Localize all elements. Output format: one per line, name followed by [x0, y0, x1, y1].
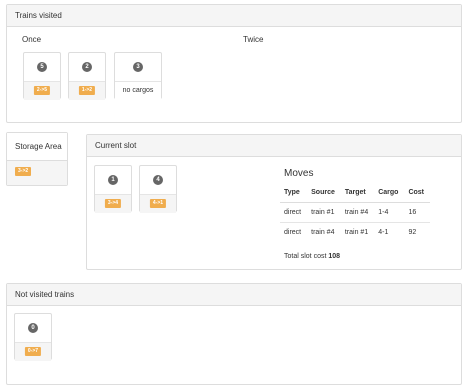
moves-header-row: Type Source Target Cargo Cost — [280, 183, 431, 203]
train-card-2[interactable]: 2 1->2 — [68, 52, 106, 100]
col-type: Type — [280, 183, 308, 203]
col-source: Source — [307, 183, 341, 203]
storage-area-heading: Storage Area — [7, 133, 67, 161]
cell-source: train #1 — [307, 202, 341, 223]
cargo-badge: 0->7 — [24, 347, 42, 356]
train-card-4[interactable]: 4 4->1 — [139, 165, 177, 213]
train-number: 3 — [133, 62, 143, 72]
total-cost-label: Total slot cost — [284, 253, 327, 260]
total-slot-cost: Total slot cost 108 — [284, 253, 340, 260]
trains-visited-heading: Trains visited — [7, 5, 461, 27]
cargo-badge: 3->4 — [104, 199, 122, 208]
once-label: Once — [22, 35, 42, 44]
storage-cargo-badge: 3->2 — [15, 167, 32, 176]
not-visited-heading: Not visited trains — [7, 284, 461, 306]
moves-table: Type Source Target Cargo Cost direct tra… — [280, 183, 431, 242]
col-cost: Cost — [404, 183, 431, 203]
no-cargos-text: no cargos — [122, 87, 154, 94]
cargo-badge: 2->5 — [33, 86, 51, 95]
train-number: 4 — [153, 175, 163, 185]
cargo-badge: 4->1 — [149, 199, 167, 208]
train-card-0[interactable]: 0 0->7 — [14, 313, 52, 361]
storage-area-body: 3->2 — [7, 161, 67, 185]
train-number: 5 — [37, 62, 47, 72]
twice-label: Twice — [243, 35, 264, 44]
cell-cargo: 1-4 — [374, 202, 405, 223]
table-row: direct train #4 train #1 4-1 92 — [280, 222, 431, 242]
storage-area-panel: Storage Area 3->2 — [6, 132, 68, 186]
current-slot-panel: Current slot 1 3->4 4 4->1 Moves Type So… — [86, 134, 462, 270]
cell-type: direct — [280, 222, 308, 242]
current-slot-heading: Current slot — [87, 135, 461, 157]
train-number: 0 — [28, 323, 38, 333]
moves-title: Moves — [284, 168, 314, 179]
trains-visited-panel: Trains visited Once Twice 5 2->5 2 1->2 … — [6, 4, 462, 123]
train-card-3[interactable]: 3 no cargos — [114, 52, 162, 100]
col-cargo: Cargo — [374, 183, 405, 203]
cell-cost: 92 — [404, 222, 431, 242]
cargo-badge: 1->2 — [78, 86, 96, 95]
train-number: 2 — [82, 62, 92, 72]
total-cost-value: 108 — [328, 253, 341, 260]
cell-target: train #4 — [340, 202, 375, 223]
cell-target: train #1 — [340, 222, 375, 242]
train-number: 1 — [108, 175, 118, 185]
cell-type: direct — [280, 202, 308, 223]
cell-cargo: 4-1 — [374, 222, 405, 242]
col-target: Target — [340, 183, 375, 203]
not-visited-panel: Not visited trains 0 0->7 — [6, 283, 462, 385]
table-row: direct train #1 train #4 1-4 16 — [280, 202, 431, 223]
cell-cost: 16 — [404, 202, 431, 223]
train-card-1[interactable]: 1 3->4 — [94, 165, 132, 213]
train-card-5[interactable]: 5 2->5 — [23, 52, 61, 100]
cell-source: train #4 — [307, 222, 341, 242]
